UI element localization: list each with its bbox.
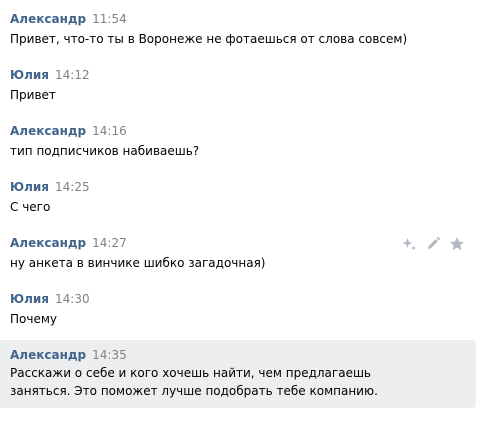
- favorite-star-icon[interactable]: [448, 235, 466, 253]
- message-header: Юлия 14:25: [10, 178, 466, 194]
- message-text: С чего: [10, 200, 51, 214]
- message-time[interactable]: 14:25: [55, 180, 90, 194]
- message-time[interactable]: 14:16: [92, 124, 127, 138]
- sparkle-icon[interactable]: [400, 235, 418, 253]
- message-header: Александр 14:35: [10, 346, 466, 362]
- message-6: Юлия 14:30 Почему: [0, 290, 476, 328]
- message-7-highlighted: Александр 14:35 Расскажи о себе и кого хо…: [0, 340, 476, 408]
- message-time[interactable]: 14:27: [92, 236, 127, 250]
- message-author[interactable]: Александр: [10, 124, 86, 138]
- message-author[interactable]: Юлия: [10, 292, 49, 306]
- message-4: Юлия 14:25 С чего: [0, 178, 476, 216]
- message-time[interactable]: 14:30: [55, 292, 90, 306]
- message-text: Привет: [10, 88, 56, 102]
- message-time[interactable]: 11:54: [92, 12, 127, 26]
- message-actions: [400, 234, 466, 254]
- chat-history: Александр 11:54 Привет, что-то ты в Ворон…: [0, 0, 488, 438]
- message-1: Александр 11:54 Привет, что-то ты в Ворон…: [0, 10, 476, 48]
- message-header: Александр 14:16: [10, 122, 466, 138]
- message-author[interactable]: Александр: [10, 348, 86, 362]
- message-text: Расскажи о себе и кого хочешь найти, чем…: [10, 366, 378, 398]
- message-author[interactable]: Александр: [10, 12, 86, 26]
- message-5: Александр 14:27 ну анкета в винчике шибко…: [0, 234, 476, 272]
- message-3: Александр 14:16 тип подписчиков набиваешь…: [0, 122, 476, 160]
- message-2: Юлия 14:12 Привет: [0, 66, 476, 104]
- message-header: Юлия 14:12: [10, 66, 466, 82]
- message-header: Юлия 14:30: [10, 290, 466, 306]
- message-text: Привет, что-то ты в Воронеже не фотаешьс…: [10, 32, 408, 46]
- message-time[interactable]: 14:35: [92, 348, 127, 362]
- message-author[interactable]: Юлия: [10, 68, 49, 82]
- message-author[interactable]: Александр: [10, 236, 86, 250]
- edit-icon[interactable]: [424, 235, 442, 253]
- message-header: Александр 11:54: [10, 10, 466, 26]
- message-text: тип подписчиков набиваешь?: [10, 144, 200, 158]
- message-text: ну анкета в винчике шибко загадочная): [10, 256, 266, 270]
- message-text: Почему: [10, 312, 57, 326]
- message-time[interactable]: 14:12: [55, 68, 90, 82]
- message-header: Александр 14:27: [10, 234, 466, 250]
- message-author[interactable]: Юлия: [10, 180, 49, 194]
